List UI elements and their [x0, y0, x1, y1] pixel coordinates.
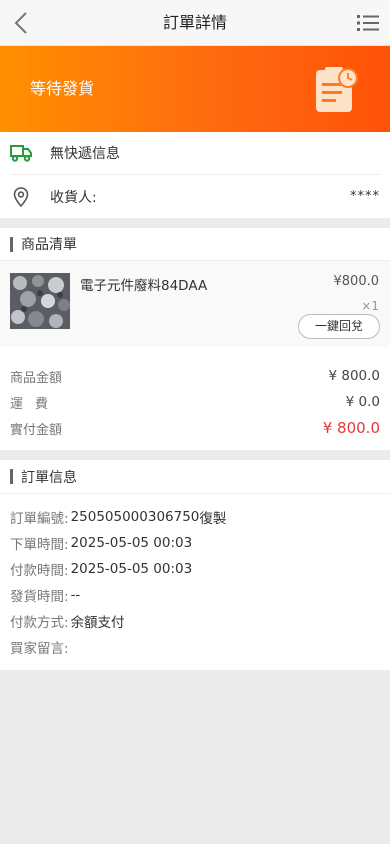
order-number-value: 250505000306750 — [70, 509, 200, 525]
goods-section-header: 商品清單 — [0, 228, 390, 261]
payment-time-row: 付款時間: 2025-05-05 00:03 — [0, 556, 390, 582]
product-quantity: ×1 — [361, 299, 379, 313]
goods-item[interactable]: 電子元件廢料84DAA ¥800.0 ×1 一鍵回兌 — [0, 261, 390, 347]
product-price: ¥800.0 — [333, 274, 380, 289]
info-label: 發貨時間: — [10, 589, 69, 605]
info-value: 2025-05-05 00:03 — [70, 561, 193, 577]
order-info-header: 訂單信息 — [0, 460, 390, 494]
goods-amount-row: 商品金額 ¥ 800.0 — [0, 363, 390, 389]
order-status-banner: 等待發貨 — [0, 46, 390, 132]
payment-method-row: 付款方式: 余額支付 — [0, 608, 390, 634]
shipping-row: 運費 ¥ 0.0 — [0, 389, 390, 415]
express-text: 無快遞信息 — [50, 146, 120, 162]
goods-amount-value: ¥ 800.0 — [328, 368, 380, 384]
info-value: 2025-05-05 00:03 — [70, 535, 193, 551]
order-number-row: 訂單編號: 250505000306750 復製 — [0, 504, 390, 530]
receiver-value: **** — [350, 189, 380, 204]
truck-icon — [10, 142, 32, 164]
menu-button[interactable] — [354, 9, 382, 37]
order-info-title: 訂單信息 — [21, 469, 77, 486]
section-bar — [10, 236, 13, 252]
order-info-list: 訂單編號: 250505000306750 復製 下單時間: 2025-05-0… — [0, 494, 390, 660]
list-menu-icon — [357, 15, 379, 31]
express-row[interactable]: 無快遞信息 — [10, 132, 380, 175]
section-bar — [10, 469, 13, 484]
shipping-label: 運費 — [10, 396, 61, 412]
clipboard-clock-icon — [316, 67, 358, 112]
paid-amount-row: 實付金額 ¥ 800.0 — [0, 415, 390, 441]
info-value: 余額支付 — [70, 615, 125, 631]
nav-header: 訂單詳情 — [0, 0, 390, 46]
order-time-row: 下單時間: 2025-05-05 00:03 — [0, 530, 390, 556]
order-info-section: 訂單信息 訂單編號: 250505000306750 復製 下單時間: 2025… — [0, 460, 390, 670]
buyer-message-row: 買家留言: — [0, 634, 390, 660]
copy-button[interactable]: 復製 — [199, 507, 226, 527]
info-label: 下單時間: — [10, 537, 69, 553]
goods-amount-label: 商品金額 — [10, 370, 63, 386]
product-name: 電子元件廢料84DAA — [80, 278, 208, 294]
goods-section: 商品清單 電子元件廢料84DAA ¥800.0 ×1 一鍵回兌 商品金額 ¥ 8… — [0, 228, 390, 450]
paid-amount-label: 實付金額 — [10, 422, 63, 438]
info-value: -- — [70, 587, 81, 603]
order-status-text: 等待發貨 — [30, 79, 95, 98]
paid-amount-value: ¥ 800.0 — [322, 419, 380, 437]
page-title: 訂單詳情 — [162, 13, 227, 32]
location-pin-icon — [10, 186, 32, 208]
info-label: 訂單編號: — [10, 511, 69, 527]
delivery-info-card: 無快遞信息 收貨人: **** — [0, 132, 390, 218]
redeem-button[interactable]: 一鍵回兌 — [298, 314, 380, 339]
price-summary: 商品金額 ¥ 800.0 運費 ¥ 0.0 實付金額 ¥ 800.0 — [0, 363, 390, 441]
info-label: 付款時間: — [10, 563, 69, 579]
receiver-row: 收貨人: **** — [10, 175, 380, 218]
info-label: 付款方式: — [10, 615, 69, 631]
shipping-value: ¥ 0.0 — [345, 394, 380, 410]
info-label: 買家留言: — [10, 641, 69, 657]
ship-time-row: 發貨時間: -- — [0, 582, 390, 608]
goods-section-title: 商品清單 — [21, 237, 77, 253]
receiver-label: 收貨人: — [50, 189, 97, 206]
product-thumbnail — [10, 273, 70, 329]
